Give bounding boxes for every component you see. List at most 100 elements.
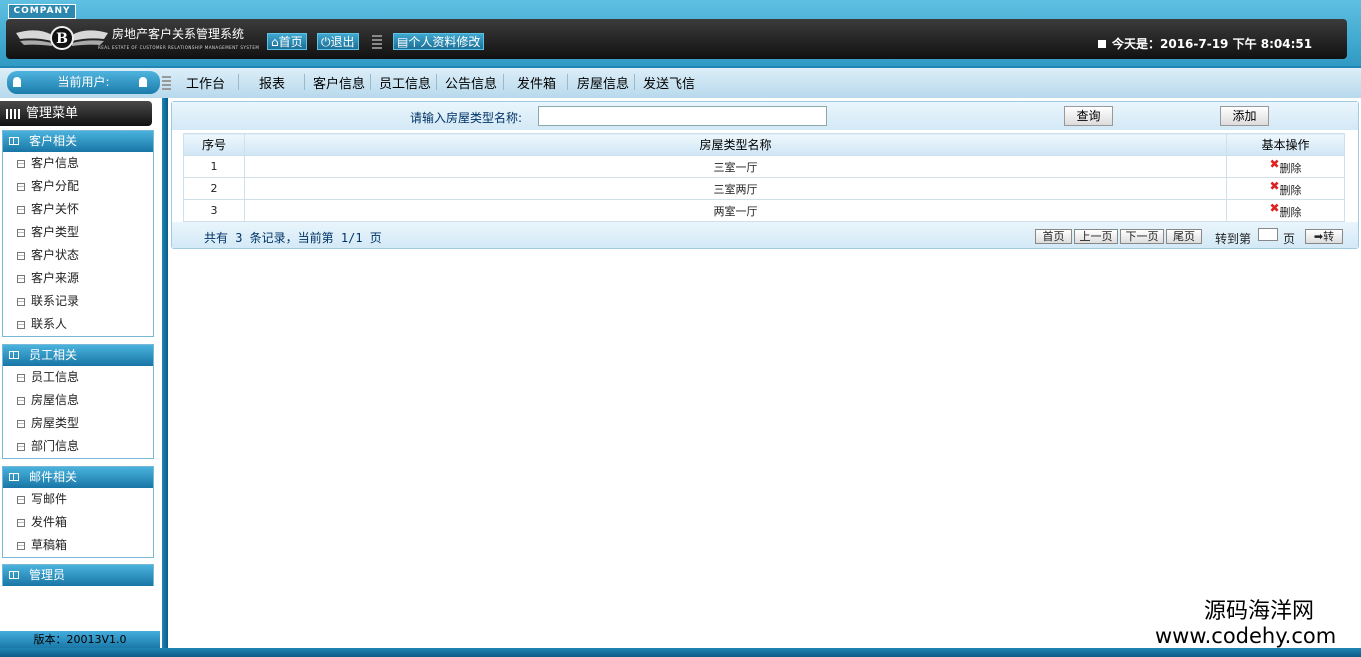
delete-link[interactable]: ✖删除 <box>1269 157 1302 175</box>
sidebar-splitter[interactable] <box>162 98 168 648</box>
row-name: 三室一厅 <box>244 155 1227 178</box>
delete-x-icon: ✖ <box>1269 201 1280 215</box>
sidebar: 管理菜单 客户相关 客户信息 客户分配 客户关怀 客户类型 客户状态 客户来源 … <box>0 98 162 648</box>
nav-item-outbox[interactable]: 发件箱 <box>517 73 556 92</box>
header-separator <box>372 35 382 49</box>
column-header-no: 序号 <box>183 133 245 156</box>
current-user-panel: 当前用户: <box>7 71 160 94</box>
sidebar-item-customer-care[interactable]: 客户关怀 <box>3 198 153 221</box>
nav-divider <box>503 74 504 90</box>
menu-group-header-admin[interactable]: 管理员 <box>3 565 153 586</box>
row-no: 1 <box>183 155 245 178</box>
goto-page-input[interactable] <box>1258 228 1278 241</box>
delete-x-icon: ✖ <box>1269 157 1280 171</box>
table-row: 1 三室一厅 ✖删除 <box>183 155 1345 178</box>
record-info: 共有 3 条记录，当前第 1/1 页 <box>204 231 382 245</box>
document-icon: ▤ <box>397 35 409 49</box>
system-name: 房地产客户关系管理系统 <box>112 27 245 41</box>
nav-item-employee-info[interactable]: 员工信息 <box>379 73 431 92</box>
profile-label: 个人资料修改 <box>408 35 481 49</box>
nav-item-announcements[interactable]: 公告信息 <box>445 73 497 92</box>
nav-divider <box>436 74 437 90</box>
logout-label: 退出 <box>330 35 355 49</box>
sidebar-item-contacts[interactable]: 联系人 <box>3 313 153 336</box>
last-page-button[interactable]: 尾页 <box>1166 229 1202 244</box>
sidebar-item-customer-status[interactable]: 客户状态 <box>3 244 153 267</box>
nav-divider <box>238 74 239 90</box>
menu-group-title: 员工相关 <box>29 348 78 362</box>
bottom-bar <box>0 648 1361 657</box>
first-page-button[interactable]: 首页 <box>1035 229 1072 244</box>
delete-x-icon: ✖ <box>1269 179 1280 193</box>
sidebar-item-contact-records[interactable]: 联系记录 <box>3 290 153 313</box>
nav-divider <box>304 74 305 90</box>
nav-divider <box>370 74 371 90</box>
delete-link[interactable]: ✖删除 <box>1269 179 1301 197</box>
go-button[interactable]: ➡转 <box>1305 229 1343 244</box>
menu-group-employee: 员工相关 员工信息 房屋信息 房屋类型 部门信息 <box>2 344 154 459</box>
profile-edit-button[interactable]: ▤个人资料修改 <box>393 33 485 50</box>
row-actions: ✖删除 <box>1226 199 1345 222</box>
row-actions: ✖删除 <box>1226 155 1345 178</box>
page-label: 页 <box>1283 232 1296 246</box>
row-name: 两室一厅 <box>244 199 1227 222</box>
watermark-line1: 源码海洋网 <box>1203 599 1314 624</box>
sidebar-item-department-info[interactable]: 部门信息 <box>3 435 153 458</box>
table-row: 3 两室一厅 ✖删除 <box>183 199 1345 222</box>
book-icon <box>9 571 19 579</box>
user-icon-left <box>13 77 21 87</box>
header-dark-bar: B 房地产客户关系管理系统 REAL ESTATE OF CUSTOMER RE… <box>6 19 1347 59</box>
delete-link[interactable]: ✖删除 <box>1269 201 1301 219</box>
date-display: 今天是：2016-7-19 下午 8:04:51 <box>1098 35 1312 52</box>
menu-group-header-employee[interactable]: 员工相关 <box>3 345 153 366</box>
nav-item-house-info[interactable]: 房屋信息 <box>577 73 629 92</box>
sidebar-item-house-info[interactable]: 房屋信息 <box>3 389 153 412</box>
sidebar-item-customer-info[interactable]: 客户信息 <box>3 152 153 175</box>
bentley-logo-icon: B <box>16 26 108 50</box>
goto-label: 转到第 <box>1215 232 1252 246</box>
row-actions: ✖删除 <box>1226 177 1345 200</box>
nav-divider <box>634 74 635 90</box>
book-icon <box>9 473 19 481</box>
company-badge: COMPANY <box>8 4 76 19</box>
next-page-button[interactable]: 下一页 <box>1120 229 1164 244</box>
add-button[interactable]: 添加 <box>1220 106 1269 126</box>
prev-page-button[interactable]: 上一页 <box>1074 229 1118 244</box>
nav-item-reports[interactable]: 报表 <box>259 73 285 92</box>
watermark: 源码海洋网 www.codehy.com <box>1155 599 1355 649</box>
delete-label: 删除 <box>1279 162 1302 175</box>
user-icon-right <box>139 77 147 87</box>
sidebar-item-write-mail[interactable]: 写邮件 <box>3 488 153 511</box>
search-label: 请输入房屋类型名称: <box>410 111 523 125</box>
nav-item-customer-info[interactable]: 客户信息 <box>313 73 365 92</box>
query-button[interactable]: 查询 <box>1064 106 1113 126</box>
row-no: 2 <box>183 177 245 200</box>
sidebar-item-customer-type[interactable]: 客户类型 <box>3 221 153 244</box>
menu-group-mail: 邮件相关 写邮件 发件箱 草稿箱 <box>2 466 154 558</box>
home-icon: ⌂ <box>271 35 279 49</box>
sidebar-item-customer-assign[interactable]: 客户分配 <box>3 175 153 198</box>
nav-item-send-fetion[interactable]: 发送飞信 <box>643 73 695 92</box>
menu-group-header-mail[interactable]: 邮件相关 <box>3 467 153 488</box>
sidebar-item-house-type[interactable]: 房屋类型 <box>3 412 153 435</box>
home-button[interactable]: ⌂首页 <box>267 33 307 50</box>
sidebar-item-outbox[interactable]: 发件箱 <box>3 511 153 534</box>
nav-item-workbench[interactable]: 工作台 <box>186 73 225 92</box>
menu-group-title: 客户相关 <box>29 134 78 148</box>
logout-button[interactable]: ⏻退出 <box>317 33 359 50</box>
menu-group-admin: 管理员 <box>2 564 154 586</box>
sidebar-item-customer-source[interactable]: 客户来源 <box>3 267 153 290</box>
book-icon <box>9 351 19 359</box>
pagination-bar: 共有 3 条记录，当前第 1/1 页 首页 上一页 下一页 尾页 转到第 页 ➡… <box>172 222 1358 248</box>
table-header-row: 序号 房屋类型名称 基本操作 <box>183 133 1345 156</box>
search-bar: 请输入房屋类型名称: 查询 添加 <box>172 102 1358 130</box>
column-header-name: 房屋类型名称 <box>244 133 1227 156</box>
house-type-search-input[interactable] <box>538 106 827 126</box>
watermark-line2: www.codehy.com <box>1155 624 1337 648</box>
power-icon: ⏻ <box>321 35 331 49</box>
row-no: 3 <box>183 199 245 222</box>
sidebar-item-employee-info[interactable]: 员工信息 <box>3 366 153 389</box>
menu-group-header-customer[interactable]: 客户相关 <box>3 131 153 152</box>
sidebar-title-label: 管理菜单 <box>26 106 79 121</box>
sidebar-item-drafts[interactable]: 草稿箱 <box>3 534 153 557</box>
